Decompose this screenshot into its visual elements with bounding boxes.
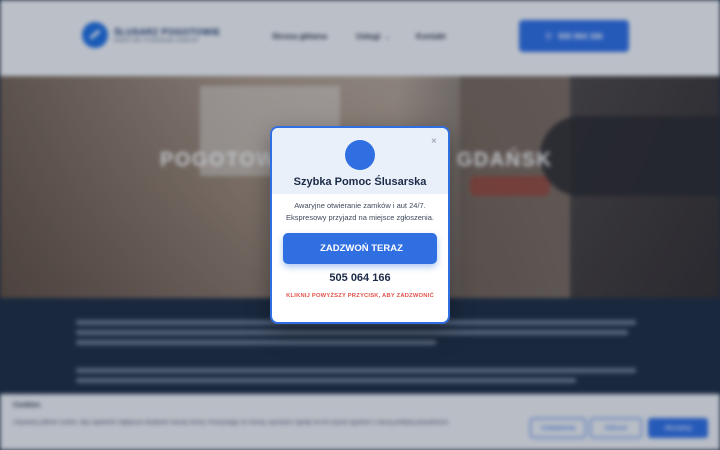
call-modal: × Szybka Pomoc Ślusarska Awaryjne otwier… [270, 126, 450, 324]
modal-phone-number[interactable]: 505 064 166 [272, 272, 448, 284]
lock-icon [345, 140, 375, 170]
modal-title: Szybka Pomoc Ślusarska [293, 176, 427, 188]
call-now-label: ZADZWOŃ TERAZ [320, 243, 403, 254]
modal-description: Awaryjne otwieranie zamków i aut 24/7. E… [286, 201, 434, 222]
close-icon[interactable]: × [431, 137, 437, 147]
call-now-button[interactable]: ZADZWOŃ TERAZ [283, 233, 437, 264]
modal-hint: KLIKNIJ POWYŻSZY PRZYCISK, ABY ZADZWONIĆ [286, 293, 434, 299]
